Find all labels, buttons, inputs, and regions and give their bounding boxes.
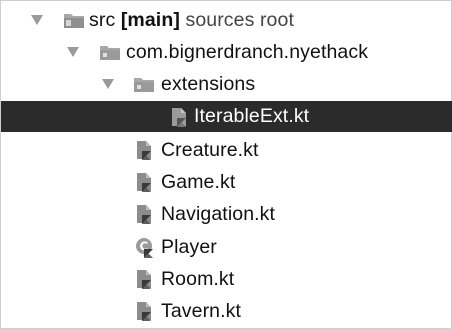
- tree-row-file-navigation[interactable]: Navigation.kt: [1, 198, 452, 230]
- package-name: com.bignerdranch.nyethack: [126, 40, 369, 63]
- kotlin-file-icon: [169, 106, 191, 128]
- tree-row-src[interactable]: src [main] sources root: [1, 4, 452, 36]
- file-name: Game.kt: [161, 170, 236, 193]
- kotlin-file-icon: [134, 268, 156, 290]
- source-folder-icon: [63, 9, 85, 31]
- tree-row-package[interactable]: com.bignerdranch.nyethack: [1, 36, 452, 68]
- tree-row-class-player[interactable]: C Player: [1, 231, 452, 263]
- expand-arrow-icon[interactable]: [31, 15, 43, 25]
- tree-row-extensions[interactable]: extensions: [1, 68, 452, 100]
- tree-row-file-tavern[interactable]: Tavern.kt: [1, 295, 452, 327]
- expand-arrow-icon[interactable]: [102, 79, 114, 89]
- subpackage-name: extensions: [161, 72, 256, 95]
- kotlin-file-icon: [134, 203, 156, 225]
- package-folder-icon: [133, 73, 155, 95]
- file-name: Navigation.kt: [161, 202, 276, 225]
- tree-row-label: src [main] sources root: [89, 9, 294, 32]
- package-folder-icon: [99, 41, 121, 63]
- source-root-annotation: sources root: [185, 8, 294, 31]
- class-name: Player: [161, 235, 217, 258]
- tree-row-file-creature[interactable]: Creature.kt: [1, 134, 452, 166]
- kotlin-class-icon: C: [134, 236, 156, 258]
- tree-row-file-room[interactable]: Room.kt: [1, 263, 452, 295]
- kotlin-file-icon: [134, 171, 156, 193]
- file-name: IterableExt.kt: [194, 105, 310, 127]
- kotlin-file-icon: [134, 300, 156, 322]
- branch-label: [main]: [120, 8, 180, 31]
- folder-name: src: [89, 8, 116, 31]
- kotlin-file-icon: [134, 139, 156, 161]
- tree-row-file-game[interactable]: Game.kt: [1, 166, 452, 198]
- file-name: Tavern.kt: [161, 299, 242, 322]
- file-name: Creature.kt: [161, 138, 259, 161]
- project-tree: src [main] sources root com.bignerdranch…: [0, 0, 452, 329]
- expand-arrow-icon[interactable]: [67, 47, 79, 57]
- tree-row-file-iterableext[interactable]: IterableExt.kt: [1, 101, 452, 132]
- file-name: Room.kt: [161, 267, 235, 290]
